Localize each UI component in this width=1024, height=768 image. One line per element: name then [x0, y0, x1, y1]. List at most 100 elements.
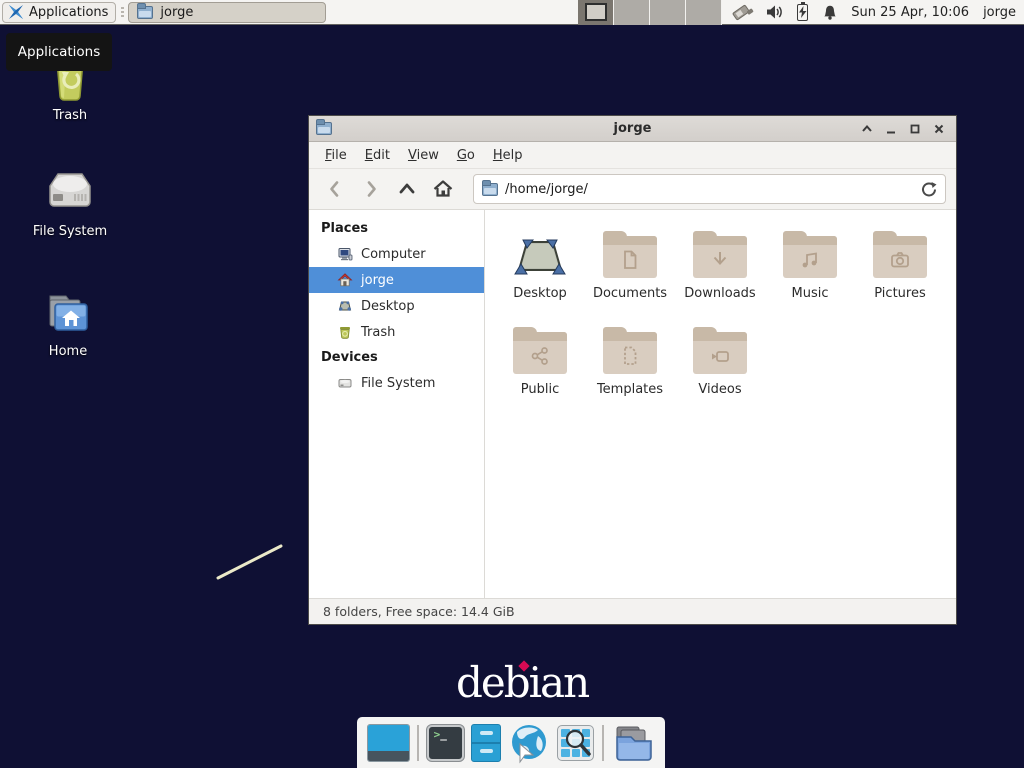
- places-sidebar: Places Computer jorge: [309, 210, 485, 598]
- video-glyph: [708, 344, 732, 368]
- panel-clock[interactable]: Sun 25 Apr, 10:06: [851, 5, 969, 20]
- home-button[interactable]: [425, 174, 461, 204]
- desktop-icon-label: Trash: [53, 108, 87, 123]
- file-label: Public: [521, 382, 559, 397]
- hard-drive-icon: [44, 168, 96, 218]
- camera-glyph: [888, 248, 912, 272]
- menu-file[interactable]: File: [317, 145, 355, 166]
- statusbar: 8 folders, Free space: 14.4 GiB: [309, 598, 956, 624]
- file-label: Desktop: [513, 286, 567, 301]
- template-glyph: [618, 344, 642, 368]
- shade-button[interactable]: [860, 122, 874, 136]
- desktop-special-icon: [511, 232, 569, 278]
- applications-tooltip: Applications: [6, 33, 112, 71]
- show-desktop-button[interactable]: [367, 724, 410, 762]
- workspace-1[interactable]: [578, 0, 614, 25]
- desktop-icon-home[interactable]: Home: [16, 288, 120, 359]
- folder-launcher[interactable]: [611, 723, 655, 763]
- taskbar-window-button[interactable]: jorge: [128, 2, 326, 23]
- minimize-button[interactable]: [884, 122, 898, 136]
- workspace-3[interactable]: [650, 0, 686, 25]
- workspace-4[interactable]: [686, 0, 722, 25]
- sidebar-item-label: Desktop: [361, 299, 415, 314]
- panel-username: jorge: [983, 5, 1016, 20]
- file-cabinet-icon: [472, 742, 500, 744]
- desktop-icon: [337, 298, 353, 314]
- sidebar-item-file-system[interactable]: File System: [309, 370, 484, 396]
- close-button[interactable]: [932, 122, 946, 136]
- debian-logo: debian: [456, 658, 596, 710]
- toolbar: /home/jorge/: [309, 169, 956, 210]
- file-item-documents[interactable]: Documents: [585, 224, 675, 320]
- menubar: File Edit View Go Help: [309, 142, 956, 169]
- file-manager-launcher[interactable]: [471, 724, 501, 762]
- statusbar-text: 8 folders, Free space: 14.4 GiB: [323, 604, 515, 619]
- back-button[interactable]: [317, 174, 353, 204]
- file-item-desktop[interactable]: Desktop: [495, 224, 585, 320]
- file-label: Music: [792, 286, 829, 301]
- workspace-window-preview: [585, 3, 607, 21]
- download-glyph: [708, 248, 732, 272]
- notification-bell-icon[interactable]: [821, 4, 839, 21]
- dock: >_: [357, 717, 665, 768]
- menu-edit[interactable]: Edit: [357, 145, 398, 166]
- desktop-icon-file-system[interactable]: File System: [18, 168, 122, 239]
- battery-icon[interactable]: [797, 4, 808, 21]
- menu-help[interactable]: Help: [485, 145, 531, 166]
- volume-icon[interactable]: [765, 3, 784, 21]
- terminal-launcher[interactable]: >_: [427, 725, 464, 761]
- menu-view[interactable]: View: [400, 145, 447, 166]
- sidebar-item-desktop[interactable]: Desktop: [309, 293, 484, 319]
- applications-menu-label: Applications: [29, 5, 108, 20]
- file-label: Documents: [593, 286, 667, 301]
- web-browser-launcher[interactable]: [508, 722, 550, 764]
- file-item-videos[interactable]: Videos: [675, 320, 765, 416]
- file-item-pictures[interactable]: Pictures: [855, 224, 945, 320]
- folder-icon: [137, 6, 153, 19]
- music-glyph: [798, 248, 822, 272]
- file-label: Videos: [698, 382, 741, 397]
- sidebar-item-label: Trash: [361, 325, 395, 340]
- menu-go[interactable]: Go: [449, 145, 483, 166]
- drive-small-icon: [337, 375, 353, 391]
- dock-separator: [602, 725, 604, 761]
- workspace-2[interactable]: [614, 0, 650, 25]
- path-text[interactable]: /home/jorge/: [505, 182, 919, 197]
- file-item-downloads[interactable]: Downloads: [675, 224, 765, 320]
- sidebar-item-jorge[interactable]: jorge: [309, 267, 484, 293]
- maximize-button[interactable]: [908, 122, 922, 136]
- file-label: Pictures: [874, 286, 925, 301]
- file-item-templates[interactable]: Templates: [585, 320, 675, 416]
- home-folder-icon: [42, 288, 94, 338]
- share-glyph: [528, 344, 552, 368]
- top-panel: Applications jorge Sun 25 Apr, 10:06 jor…: [0, 0, 1024, 25]
- forward-button[interactable]: [353, 174, 389, 204]
- up-button[interactable]: [389, 174, 425, 204]
- file-item-music[interactable]: Music: [765, 224, 855, 320]
- sidebar-item-computer[interactable]: Computer: [309, 241, 484, 267]
- desktop-icon-label: Home: [49, 344, 87, 359]
- computer-icon: [337, 246, 353, 262]
- file-manager-window: jorge File Edit View Go Help: [308, 115, 957, 625]
- input-device-tray-icon[interactable]: [732, 2, 752, 22]
- document-glyph: [618, 248, 642, 272]
- sidebar-item-label: jorge: [361, 273, 394, 288]
- taskbar-window-label: jorge: [160, 5, 193, 20]
- applications-menu-button[interactable]: Applications: [2, 2, 116, 23]
- sidebar-item-label: Computer: [361, 247, 426, 262]
- devices-heading: Devices: [309, 345, 484, 370]
- magnifier-icon: [558, 726, 594, 761]
- panel-separator-handle[interactable]: [118, 4, 126, 20]
- app-finder-launcher[interactable]: [557, 725, 594, 761]
- desktop-icon-label: File System: [33, 224, 107, 239]
- file-item-public[interactable]: Public: [495, 320, 585, 416]
- window-title: jorge: [309, 121, 956, 136]
- sidebar-item-trash[interactable]: Trash: [309, 319, 484, 345]
- file-label: Templates: [597, 382, 663, 397]
- places-heading: Places: [309, 216, 484, 241]
- reload-button[interactable]: [919, 179, 939, 199]
- file-grid: Desktop Documents Downloads: [485, 210, 956, 598]
- location-bar[interactable]: /home/jorge/: [473, 174, 946, 204]
- system-tray: [732, 2, 839, 22]
- window-titlebar[interactable]: jorge: [309, 116, 956, 142]
